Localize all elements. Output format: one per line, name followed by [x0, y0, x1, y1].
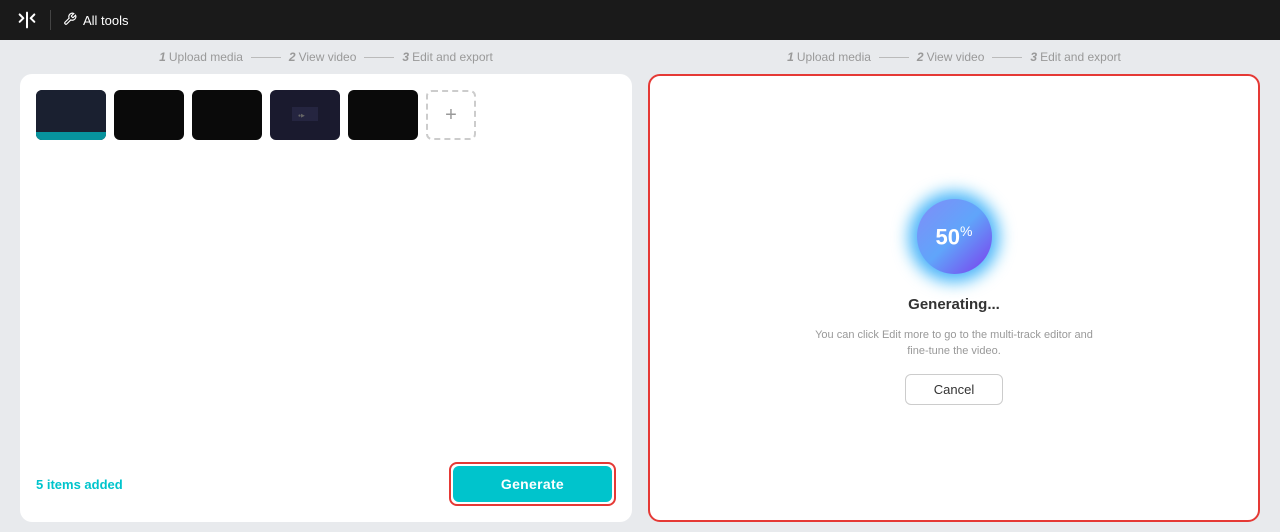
thumbnail-3[interactable]	[192, 90, 262, 140]
right-step-2: 2 View video	[917, 50, 985, 64]
generating-subtitle: You can click Edit more to go to the mul…	[814, 327, 1094, 360]
right-step-3-label: Edit and export	[1040, 50, 1121, 64]
right-step-2-num: 2	[917, 50, 924, 64]
items-label: items added	[47, 477, 123, 492]
right-panel: 1 Upload media 2 View video 3 Edit and e…	[648, 40, 1260, 522]
left-card: ●▶ + 5 items added Generate	[20, 74, 632, 522]
all-tools-icon	[63, 12, 77, 29]
navbar: All tools	[0, 0, 1280, 40]
progress-container: 50% Generating... You can click Edit mor…	[814, 192, 1094, 405]
left-step-line-2	[364, 57, 394, 58]
progress-symbol: %	[960, 223, 972, 239]
left-step-3-label: Edit and export	[412, 50, 493, 64]
left-step-2-label: View video	[299, 50, 357, 64]
right-step-line-1	[879, 57, 909, 58]
left-step-2-num: 2	[289, 50, 296, 64]
right-step-line-2	[992, 57, 1022, 58]
generating-title: Generating...	[908, 296, 1000, 313]
left-step-3: 3 Edit and export	[402, 50, 492, 64]
items-count: 5 items added	[36, 477, 123, 492]
right-step-1-label: Upload media	[797, 50, 871, 64]
wondershare-icon	[16, 9, 38, 31]
left-step-3-num: 3	[402, 50, 409, 64]
left-panel: 1 Upload media 2 View video 3 Edit and e…	[20, 40, 632, 522]
generate-button-wrapper: Generate	[449, 462, 616, 506]
thumbnail-4[interactable]: ●▶	[270, 90, 340, 140]
thumbnail-1[interactable]	[36, 90, 106, 140]
right-stepper: 1 Upload media 2 View video 3 Edit and e…	[787, 50, 1121, 64]
right-step-3-num: 3	[1030, 50, 1037, 64]
left-step-1: 1 Upload media	[159, 50, 243, 64]
left-step-line-1	[251, 57, 281, 58]
add-thumbnail-button[interactable]: +	[426, 90, 476, 140]
thumbnails-row: ●▶ +	[36, 90, 616, 140]
left-step-1-num: 1	[159, 50, 166, 64]
svg-text:●▶: ●▶	[298, 113, 305, 119]
card-bottom: 5 items added Generate	[36, 454, 616, 506]
navbar-tools-section: All tools	[63, 12, 129, 29]
right-card: 50% Generating... You can click Edit mor…	[648, 74, 1260, 522]
right-step-1: 1 Upload media	[787, 50, 871, 64]
navbar-divider	[50, 10, 51, 30]
left-step-2: 2 View video	[289, 50, 357, 64]
items-number: 5	[36, 477, 43, 492]
progress-circle-inner: 50%	[917, 199, 992, 274]
progress-circle: 50%	[909, 192, 999, 282]
all-tools-label[interactable]: All tools	[83, 13, 129, 28]
right-step-2-label: View video	[927, 50, 985, 64]
right-step-1-num: 1	[787, 50, 794, 64]
progress-value: 50%	[936, 223, 973, 250]
progress-number: 50	[936, 224, 960, 249]
main-content: 1 Upload media 2 View video 3 Edit and e…	[0, 40, 1280, 532]
left-step-1-label: Upload media	[169, 50, 243, 64]
cancel-button[interactable]: Cancel	[905, 374, 1003, 405]
left-stepper: 1 Upload media 2 View video 3 Edit and e…	[159, 50, 493, 64]
plus-icon: +	[445, 104, 457, 127]
navbar-logo	[16, 9, 38, 31]
thumbnail-5[interactable]	[348, 90, 418, 140]
generate-button[interactable]: Generate	[453, 466, 612, 502]
right-step-3: 3 Edit and export	[1030, 50, 1120, 64]
thumbnail-2[interactable]	[114, 90, 184, 140]
